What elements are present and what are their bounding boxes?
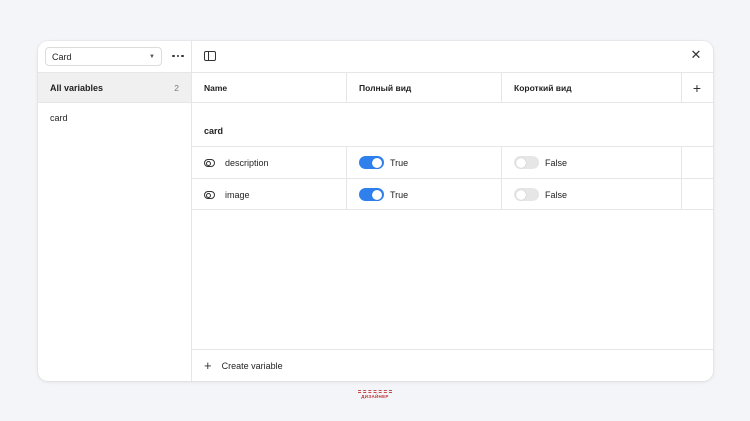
chevron-down-icon: ▼ (149, 53, 155, 60)
table-row[interactable]: description True False (192, 146, 713, 178)
all-variables-label: All variables (50, 82, 104, 93)
boolean-variable-icon (204, 158, 215, 167)
toggle-knob (372, 189, 382, 200)
more-dot-icon (181, 54, 184, 58)
full-value-cell[interactable]: True (347, 179, 502, 210)
column-header-full[interactable]: Полный вид (347, 73, 502, 102)
watermark-text: ДИЗАЙНЕР (361, 394, 389, 399)
table-row[interactable]: image True False (192, 178, 713, 210)
all-variables-count: 2 (174, 82, 179, 93)
sidebar-toggle-icon[interactable] (204, 51, 216, 61)
more-dot-icon (176, 54, 180, 58)
add-mode-button[interactable]: + (681, 73, 713, 102)
table-header: Name Полный вид Короткий вид + (192, 72, 713, 103)
variable-name: description (225, 157, 269, 168)
watermark-stripes (358, 390, 392, 393)
full-value-cell[interactable]: True (347, 147, 502, 178)
short-value-cell[interactable]: False (502, 179, 682, 210)
value-toggle[interactable] (514, 188, 539, 201)
value-toggle[interactable] (359, 188, 384, 201)
row-divider (192, 209, 713, 210)
column-header-name[interactable]: Name (192, 73, 347, 102)
collection-select-value: Card (52, 51, 72, 62)
toolbar: ✕ (192, 41, 713, 72)
variables-panel: Card ▼ All variables 2 card ✕ Name Полны… (38, 41, 713, 381)
create-variable-button[interactable]: + Create variable (192, 349, 713, 381)
column-header-short[interactable]: Короткий вид (502, 73, 682, 102)
sidebar: Card ▼ All variables 2 card (38, 41, 192, 381)
variable-name: image (225, 189, 250, 200)
more-dot-icon (172, 54, 175, 58)
plus-icon: + (204, 358, 212, 373)
collection-select[interactable]: Card ▼ (45, 47, 162, 66)
value-label: True (390, 157, 409, 168)
group-label: card (204, 126, 224, 136)
main-area: ✕ Name Полный вид Короткий вид + card de… (192, 41, 713, 381)
variable-name-cell[interactable]: description (192, 147, 347, 178)
value-toggle[interactable] (359, 156, 384, 169)
value-label: True (390, 189, 409, 200)
value-toggle[interactable] (514, 156, 539, 169)
create-variable-label: Create variable (221, 360, 283, 371)
more-options-button[interactable] (170, 49, 186, 63)
value-label: False (545, 157, 568, 168)
sidebar-item-card[interactable]: card (50, 113, 68, 123)
value-label: False (545, 189, 568, 200)
variable-name-cell[interactable]: image (192, 179, 347, 210)
boolean-variable-icon (204, 190, 215, 199)
close-button[interactable]: ✕ (689, 48, 703, 62)
toggle-knob (516, 157, 526, 168)
watermark-logo: ДИЗАЙНЕР (358, 390, 392, 399)
sidebar-item-all-variables[interactable]: All variables 2 (38, 72, 191, 103)
toggle-knob (372, 157, 382, 168)
toggle-knob (516, 189, 526, 200)
short-value-cell[interactable]: False (502, 147, 682, 178)
